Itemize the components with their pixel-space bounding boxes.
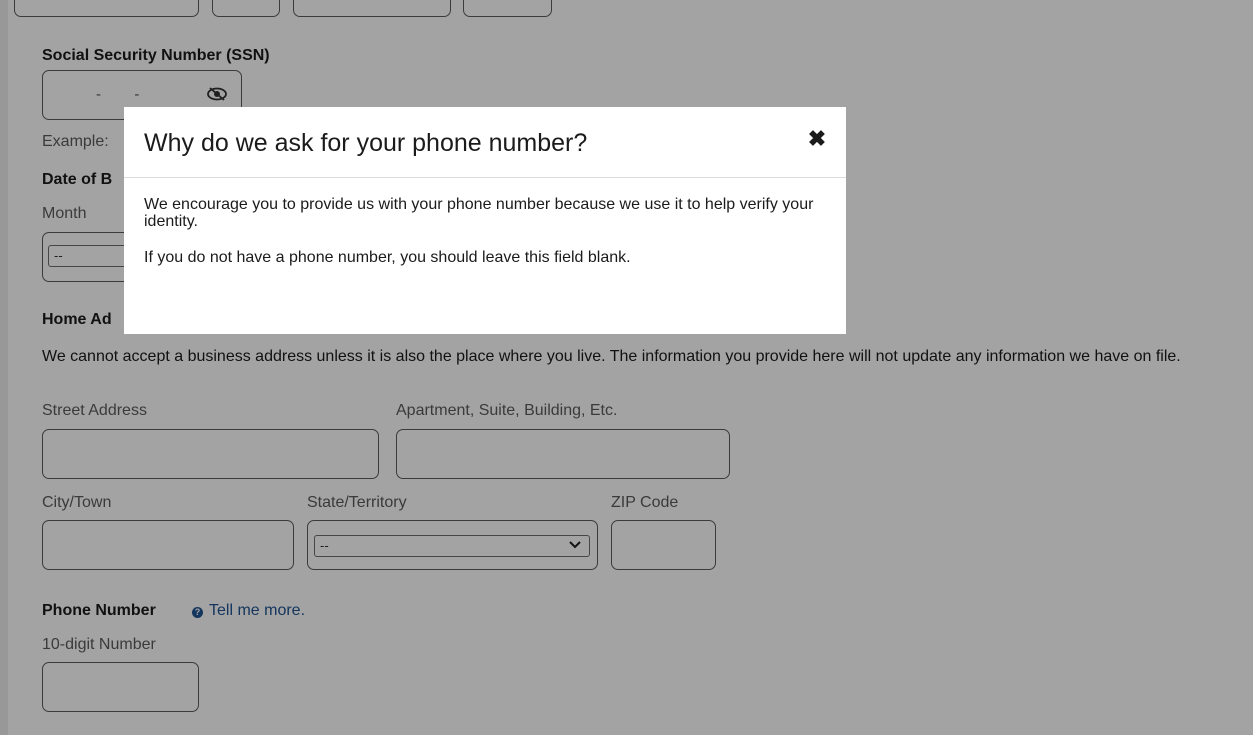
dialog-paragraph-1: We encourage you to provide us with your… <box>144 196 814 230</box>
dialog-title: Why do we ask for your phone number? <box>144 129 588 157</box>
close-icon[interactable]: ✖ <box>807 128 827 150</box>
page: Social Security Number (SSN) - - Example… <box>0 0 1253 735</box>
dialog-paragraph-2: If you do not have a phone number, you s… <box>144 249 631 266</box>
dialog-body: We encourage you to provide us with your… <box>144 196 824 285</box>
phone-info-dialog: Why do we ask for your phone number? ✖ W… <box>124 107 846 334</box>
dialog-divider <box>124 177 846 178</box>
